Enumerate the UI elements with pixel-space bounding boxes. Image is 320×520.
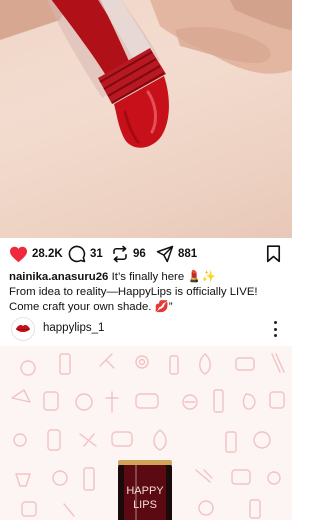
- preview-label-line-1: HAPPY: [126, 485, 164, 497]
- caption-line-2: From idea to reality—HappyLips is offici…: [9, 286, 258, 298]
- bookmark-icon: [266, 245, 281, 263]
- account-row: happylips_1: [0, 315, 292, 343]
- caption-username[interactable]: nainika.anasuru26: [9, 271, 108, 283]
- comment-icon: [68, 245, 86, 263]
- repost-icon: [113, 245, 127, 263]
- share-icon: [156, 245, 174, 263]
- more-icon: [273, 321, 277, 324]
- repost-count: 96: [133, 248, 146, 260]
- like-count: 28.2K: [32, 248, 63, 260]
- more-options-button[interactable]: [268, 319, 282, 339]
- post-image[interactable]: [0, 0, 292, 238]
- more-icon-dot: [273, 334, 277, 337]
- share-button[interactable]: 881: [156, 243, 197, 265]
- lipstick-photo: [0, 0, 292, 148]
- more-icon-dot: [273, 327, 277, 331]
- preview-label-line-2: LIPS: [133, 499, 157, 511]
- next-post-image[interactable]: HAPPY LIPS: [0, 346, 292, 520]
- post-actions: 28.2K 31 96 881: [0, 241, 292, 267]
- post-caption: nainika.anasuru26 It’s finally here 💄✨ F…: [9, 270, 285, 315]
- comment-button[interactable]: 31: [68, 243, 103, 265]
- share-count: 881: [178, 248, 198, 260]
- account-name[interactable]: happylips_1: [43, 322, 104, 334]
- save-button[interactable]: [266, 243, 281, 265]
- avatar[interactable]: [11, 317, 35, 341]
- caption-line-1: It’s finally here 💄✨: [111, 271, 216, 283]
- beauty-pattern-background: HAPPY LIPS: [11, 353, 285, 520]
- lips-logo-icon: [15, 325, 31, 332]
- comment-count: 31: [90, 248, 103, 260]
- like-button[interactable]: 28.2K: [9, 243, 63, 265]
- repost-button[interactable]: 96: [111, 243, 146, 265]
- heart-icon: [10, 246, 27, 262]
- caption-line-3: Come craft your own shade. 💋”: [9, 301, 173, 313]
